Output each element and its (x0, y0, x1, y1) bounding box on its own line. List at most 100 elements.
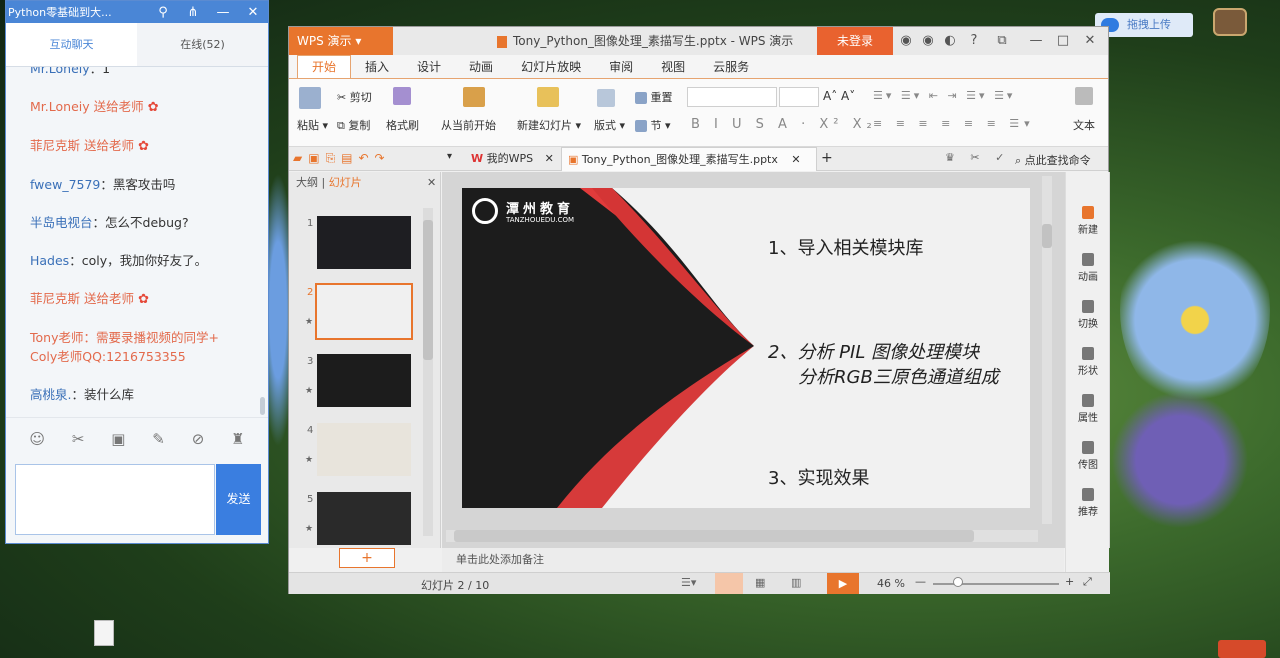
gift-icon[interactable]: ♜ (231, 430, 244, 448)
fit-window-icon[interactable]: ⤢ (1083, 575, 1092, 589)
side-tool-button[interactable]: 推荐 (1066, 488, 1110, 518)
reading-view-icon[interactable]: ▥ (791, 576, 801, 589)
font-grow-icon[interactable]: A˄ A˅ (823, 89, 855, 103)
format-painter-label[interactable]: 格式刷 (386, 117, 419, 133)
message-sender[interactable]: Mr.Lonely (30, 67, 90, 76)
tray-icon[interactable] (1218, 640, 1266, 658)
from-current-button[interactable]: 从当前开始 (441, 117, 496, 133)
slide-thumbnail[interactable] (317, 216, 411, 269)
pin-icon[interactable]: ⚲ (148, 5, 178, 20)
ribbon-tab[interactable]: 云服务 (699, 56, 763, 78)
message-sender[interactable]: 高桃泉. (30, 387, 71, 402)
slide-thumbnail[interactable] (317, 492, 411, 545)
new-slide-button[interactable]: 新建幻灯片 ▾ (517, 117, 581, 133)
paste-icon[interactable] (299, 87, 321, 109)
message-sender[interactable]: fwew_7579 (30, 177, 100, 192)
wps-logo-menu[interactable]: WPS 演示 ▾ (289, 27, 393, 55)
view-tool-icons[interactable]: ♛ ✂ ✓ (945, 151, 1010, 164)
reset-button[interactable]: 重置 (635, 89, 673, 105)
tab-document[interactable]: ▣ Tony_Python_图像处理_素描写生.pptx ✕ (561, 147, 817, 171)
layout-icon[interactable] (597, 89, 615, 107)
cut-button[interactable]: ✂ 剪切 (337, 89, 372, 105)
section-button[interactable]: 节 ▾ (635, 117, 671, 133)
font-family-select[interactable] (687, 87, 777, 107)
slide-thumbnail[interactable] (315, 283, 413, 340)
play-slideshow-button[interactable]: ▶ (827, 573, 859, 594)
new-slide-icon[interactable] (537, 87, 559, 107)
chat-input[interactable] (15, 464, 215, 535)
font-size-select[interactable] (779, 87, 819, 107)
sorter-view-icon[interactable]: ▦ (755, 576, 765, 589)
side-tool-button[interactable]: 切换 (1066, 300, 1110, 330)
quick-access-icons[interactable]: ▰▣⎘▤↶↷ (293, 151, 391, 166)
restore-window-icon[interactable]: ⧉ (991, 27, 1013, 55)
message-sender[interactable]: 菲尼克斯 送给老师 (30, 138, 134, 153)
scissors-icon[interactable]: ✂ (72, 430, 85, 448)
theme-icon[interactable]: ◐ (939, 27, 961, 55)
current-slide[interactable]: 潭州教育 TANZHOUEDU.COM 1、导入相关模块库 2、分析 PIL 图… (462, 188, 1030, 508)
skin-icon[interactable]: ◉ (895, 27, 917, 55)
image-icon[interactable]: ▣ (111, 430, 125, 448)
zoom-slider-handle[interactable] (953, 577, 963, 587)
close-tab-icon[interactable]: ✕ (545, 152, 554, 165)
cloud-upload-button[interactable]: 拖拽上传 (1095, 13, 1193, 37)
copy-button[interactable]: ⧉ 复制 (337, 117, 370, 133)
stage-vscroll[interactable] (1042, 176, 1052, 524)
zoom-in-icon[interactable]: + (1065, 575, 1074, 588)
tab-chat[interactable]: 互动聊天 (6, 23, 137, 66)
textbox-icon[interactable] (1075, 87, 1093, 105)
font-style-icons[interactable]: B I U S A · X² X₂ (691, 117, 877, 132)
close-icon[interactable]: ✕ (238, 5, 268, 20)
textbox-button[interactable]: 文本 (1073, 117, 1095, 133)
login-button[interactable]: 未登录 (817, 27, 893, 55)
side-tool-button[interactable]: 形状 (1066, 347, 1110, 377)
paste-button[interactable]: 粘贴 ▾ (297, 117, 328, 133)
quick-menu-chevron-icon[interactable]: ▾ (447, 151, 452, 162)
format-painter-icon[interactable] (393, 87, 411, 105)
ribbon-tab[interactable]: 视图 (647, 56, 699, 78)
send-button[interactable]: 发送 (216, 464, 261, 535)
tab-outline[interactable]: 大纲 (296, 176, 318, 189)
chat-scrollbar[interactable] (260, 397, 265, 415)
message-sender[interactable]: Tony老师：需要录播视频的同学+ (30, 330, 219, 345)
ribbon-tab[interactable]: 幻灯片放映 (507, 56, 595, 78)
message-sender[interactable]: 半岛电视台 (30, 215, 93, 230)
block-icon[interactable]: ⊘ (192, 430, 205, 448)
message-sender[interactable]: Hades (30, 253, 69, 268)
normal-view-icon[interactable] (715, 573, 743, 594)
align-icons[interactable]: ≡ ≡ ≡ ≡ ≡ ≡ ☰▾ (873, 117, 1035, 130)
ribbon-tab[interactable]: 动画 (455, 56, 507, 78)
minimize-icon[interactable]: — (208, 5, 238, 20)
close-window-icon[interactable]: ✕ (1079, 27, 1101, 55)
desktop-file-icon[interactable] (94, 620, 114, 646)
ribbon-tab[interactable]: 开始 (297, 55, 352, 78)
close-doc-tab-icon[interactable]: ✕ (791, 153, 800, 166)
emoji-icon[interactable]: ☺ (29, 430, 45, 448)
layout-button[interactable]: 版式 ▾ (594, 117, 625, 133)
ribbon-tab[interactable]: 审阅 (595, 56, 647, 78)
zoom-slider[interactable] (933, 583, 1059, 585)
ribbon-tab[interactable]: 设计 (403, 56, 455, 78)
camera-icon[interactable] (1213, 8, 1247, 36)
notes-area[interactable]: 单击此处添加备注 (442, 548, 1064, 572)
slide-thumbnail[interactable] (317, 423, 411, 476)
close-panel-icon[interactable]: ✕ (427, 172, 436, 194)
slide-thumbnail[interactable] (317, 354, 411, 407)
zoom-out-icon[interactable]: — (915, 575, 926, 588)
tab-online[interactable]: 在线(52) (137, 23, 268, 66)
edit-icon[interactable]: ✎ (152, 430, 165, 448)
notes-toggle-icon[interactable]: ☰▾ (681, 576, 696, 589)
add-slide-button[interactable]: + (339, 548, 395, 568)
minimize-window-icon[interactable]: — (1025, 27, 1047, 55)
maximize-window-icon[interactable]: □ (1052, 27, 1074, 55)
message-sender[interactable]: 菲尼克斯 送给老师 (30, 291, 134, 306)
new-tab-icon[interactable]: + (821, 150, 833, 166)
ribbon-tab[interactable]: 插入 (351, 56, 403, 78)
share-icon[interactable]: ⋔ (178, 5, 208, 20)
message-sender[interactable]: Mr.Loneiy 送给老师 (30, 99, 144, 114)
panel-scrollbar[interactable] (423, 208, 433, 536)
tab-slides[interactable]: 幻灯片 (329, 176, 362, 189)
tab-my-wps[interactable]: W 我的WPS ✕ (465, 147, 560, 171)
side-tool-button[interactable]: 传图 (1066, 441, 1110, 471)
side-tool-button[interactable]: 新建 (1066, 206, 1110, 236)
